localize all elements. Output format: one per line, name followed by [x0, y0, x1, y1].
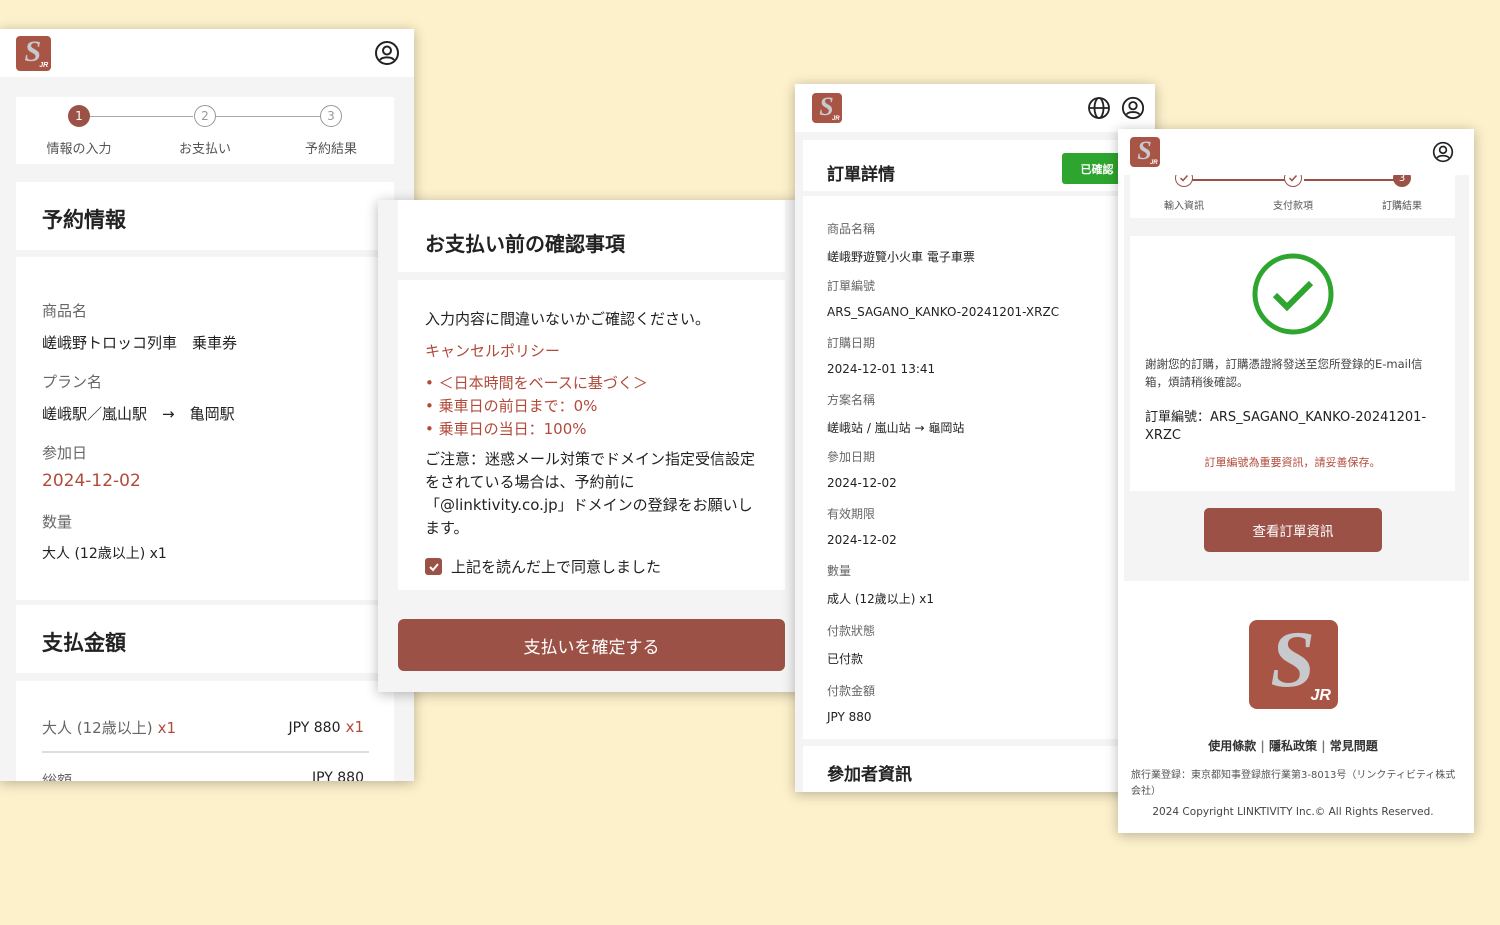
confirm-title: お支払い前の確認事項 [425, 232, 625, 256]
order-complete-screen: S JR 3 輸入資訊 支付款項 訂購結果 謝謝您的訂購，訂購憑證將發送至您所登… [1118, 129, 1474, 833]
policy-item: • 乗車日の前日まで：0% [425, 397, 598, 415]
progress-stepper: 1 2 3 情報の入力 お支払い 予約結果 [16, 97, 394, 164]
quantity-label: 数量 [42, 513, 73, 531]
order-details-body: 商品名稱 嵯峨野遊覽小火車 電子車票 訂單編號 ARS_SAGANO_KANKO-2… [803, 196, 1155, 739]
total-label: 総額 [42, 772, 73, 781]
agree-label: 上記を読んだ上で同意しました [451, 558, 662, 576]
product-name-value: 嵯峨野トロッコ列車 乗車券 [42, 334, 238, 352]
order-details-title: 訂單詳情 [827, 165, 895, 185]
cancel-policy-list: • ＜日本時間をベースに基づく＞ • 乗車日の前日まで：0% • 乗車日の当日：… [425, 372, 648, 441]
reservation-input-screen: S JR 1 2 3 情報の入力 お支払い 予約結果 予約情報 商品名 嵯峨野ト… [0, 29, 414, 781]
header: S JR [0, 29, 414, 77]
reservation-info-title: 予約情報 [42, 208, 126, 232]
thank-you-message: 謝謝您的訂購，訂購憑證將發送至您所登錄的E-mail信箱，煩請稍後確認。 [1145, 357, 1423, 389]
language-globe-icon[interactable] [1087, 96, 1111, 120]
step-2-label: お支払い [178, 142, 232, 157]
order-field: 參加日期 2024-12-02 [827, 450, 897, 490]
participants-title: 參加者資訊 [827, 765, 912, 785]
participants-header: 參加者資訊 [803, 746, 1155, 792]
copyright: 2024 Copyright LINKTIVITY Inc.© All Righ… [1152, 806, 1434, 818]
privacy-link[interactable]: 隱私政策 [1269, 739, 1317, 753]
user-account-icon[interactable] [1432, 141, 1454, 163]
jr-footer-logo: S JR [1249, 620, 1338, 709]
order-field: 付款狀態 已付款 [827, 624, 876, 666]
header: S JR [1118, 129, 1474, 175]
agreement-row[interactable]: 上記を読んだ上で同意しました [425, 556, 661, 577]
jr-logo[interactable]: S JR [1130, 137, 1160, 167]
terms-link[interactable]: 使用條款 [1208, 739, 1256, 753]
step-1-done-check-icon [1175, 175, 1193, 187]
header: S JR [795, 84, 1155, 132]
user-account-icon[interactable] [374, 40, 400, 66]
step-1-active: 1 [68, 105, 90, 127]
order-field: 數量 成人 (12歲以上) x1 [827, 564, 934, 606]
agree-checkbox[interactable] [425, 558, 442, 575]
order-field: 方案名稱 嵯峨站 / 嵐山站 → 龜岡站 [827, 393, 965, 435]
confirm-header: お支払い前の確認事項 [398, 200, 785, 272]
order-success-card: 謝謝您的訂購，訂購憑證將發送至您所登錄的E-mail信箱，煩請稍後確認。 訂單編… [1130, 236, 1455, 491]
confirm-payment-button[interactable]: 支払いを確定する [398, 619, 785, 671]
total-price: JPY 880 [312, 770, 364, 781]
payment-row-label: 大人 (12歳以上) [42, 719, 153, 737]
step-1-label: 輸入資訊 [1164, 201, 1204, 212]
order-field: 商品名稱 嵯峨野遊覽小火車 電子車票 [827, 222, 975, 264]
order-number: 訂單編號：ARS_SAGANO_KANKO-20241201-XRZC [1145, 410, 1427, 443]
order-field: 付款金額 JPY 880 [827, 684, 876, 724]
payment-amount-title: 支払金額 [42, 631, 126, 655]
product-name-label: 商品名 [42, 302, 88, 320]
payment-amount-header: 支払金額 [16, 605, 394, 673]
order-number-warning: 訂單編號為重要資訊，請妥善保存。 [1204, 456, 1381, 469]
quantity-value: 大人 (12歳以上) x1 [42, 546, 167, 562]
order-field: 訂單編號 ARS_SAGANO_KANKO-20241201-XRZC [827, 279, 1060, 319]
order-field: 有效期限 2024-12-02 [827, 507, 897, 547]
order-field-list: 商品名稱 嵯峨野遊覽小火車 電子車票 訂單編號 ARS_SAGANO_KANKO-2… [827, 220, 1059, 739]
payment-row-qty: x1 [157, 719, 177, 737]
participation-date-value: 2024-12-02 [42, 471, 141, 491]
plan-name-value: 嵯峨駅／嵐山駅 → 亀岡駅 [42, 405, 235, 423]
faq-link[interactable]: 常見問題 [1330, 739, 1378, 753]
jr-logo[interactable]: S JR [16, 35, 51, 71]
confirm-intro: 入力内容に間違いないかご確認ください。 [425, 310, 711, 328]
success-check-icon [1252, 253, 1334, 339]
plan-name-label: プラン名 [42, 373, 103, 391]
user-account-icon[interactable] [1121, 96, 1145, 120]
step-3-label: 訂購結果 [1382, 201, 1422, 212]
payment-confirmation-dialog: お支払い前の確認事項 入力内容に間違いないかご確認ください。 キャンセルポリシー… [378, 200, 805, 692]
reservation-info-header: 予約情報 [16, 182, 394, 250]
order-details-screen: S JR 訂單詳情 已確認 商品名稱 嵯峨野遊覽小火車 電子車票 訂單編號 ARS_… [795, 84, 1155, 792]
email-domain-notice: ご注意：迷惑メール対策でドメイン指定受信設定をされている場合は、予約前に「@li… [425, 450, 756, 537]
reservation-info-body: 商品名 嵯峨野トロッコ列車 乗車券 プラン名 嵯峨駅／嵐山駅 → 亀岡駅 参加日… [16, 257, 394, 600]
payment-amount-body: 大人 (12歳以上) x1 JPY 880 x1 総額 JPY 880 [16, 681, 394, 781]
view-order-button[interactable]: 查看訂單資訊 [1204, 508, 1382, 552]
policy-item: • 乗車日の当日：100% [425, 420, 587, 438]
step-2-label: 支付款項 [1273, 201, 1313, 212]
policy-item: • ＜日本時間をベースに基づく＞ [425, 374, 648, 392]
step-2: 2 [194, 105, 216, 127]
order-details-header: 訂單詳情 已確認 [803, 140, 1155, 191]
confirm-body: 入力内容に間違いないかご確認ください。 キャンセルポリシー • ＜日本時間をベー… [398, 280, 785, 590]
footer-links: 使用條款 | 隱私政策 | 常見問題 [1208, 739, 1378, 753]
cancel-policy-title: キャンセルポリシー [425, 342, 561, 360]
participation-date-label: 参加日 [42, 444, 88, 462]
progress-stepper: 3 輸入資訊 支付款項 訂購結果 [1130, 175, 1455, 218]
payment-row-price: JPY 880 [288, 720, 341, 736]
step-3-label: 予約結果 [304, 142, 358, 157]
step-2-done-check-icon [1284, 175, 1302, 187]
payment-row: 大人 (12歳以上) x1 JPY 880 x1 [42, 717, 369, 753]
step-1-label: 情報の入力 [46, 142, 112, 157]
step-3: 3 [320, 105, 342, 127]
travel-agency-registration: 旅行業登録：東京都知事登録旅行業第3-8013号（リンクティビティ株式会社） [1131, 770, 1456, 797]
payment-row-price-qty: x1 [345, 718, 364, 736]
order-field: 訂購日期 2024-12-01 13:41 [827, 336, 936, 376]
step-3-active: 3 [1393, 175, 1411, 187]
jr-logo[interactable]: S JR [812, 93, 842, 123]
total-row-cut: 総額 JPY 880 [42, 769, 369, 781]
